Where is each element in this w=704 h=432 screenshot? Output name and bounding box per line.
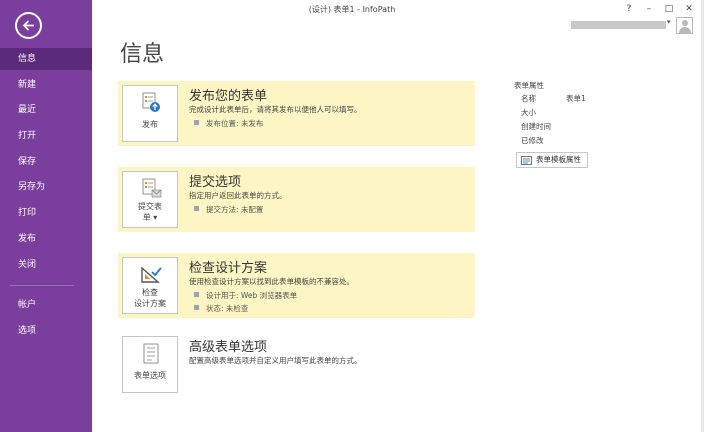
account-chevron-down-icon[interactable]: ▾	[667, 18, 671, 26]
advanced-options-description: 配置高级表单选项并自定义用户填写此表单的方式。	[189, 356, 362, 365]
submit-form-icon	[142, 178, 162, 198]
publish-button[interactable]: 发布	[122, 85, 178, 142]
nav-close[interactable]: 关闭	[0, 254, 92, 276]
property-name-label: 名称	[521, 94, 536, 103]
form-options-button[interactable]: 表单选项	[122, 336, 178, 393]
design-checker-title: 检查设计方案	[189, 261, 268, 276]
publish-card: 发布 发布您的表单 完成设计此表单后，请将其发布以便他人可以填写。 发布位置: …	[118, 81, 475, 146]
nav-save-as[interactable]: 另存为	[0, 176, 92, 198]
nav-account[interactable]: 帐户	[0, 294, 92, 316]
publish-button-label: 发布	[142, 120, 158, 129]
design-checker-button[interactable]: 检查 设计方案	[122, 257, 178, 314]
publish-location: 发布位置: 未发布	[194, 118, 263, 129]
submit-method: 提交方法: 未配置	[194, 204, 263, 215]
submit-card: 提交表 单 ▾ 提交选项 指定用户返回此表单的方式。 提交方法: 未配置	[118, 167, 475, 232]
property-modified-label: 已修改	[521, 136, 544, 145]
template-properties-button[interactable]: 表单模板属性	[516, 152, 588, 168]
submit-title: 提交选项	[189, 175, 242, 190]
properties-heading: 表单属性	[514, 81, 544, 90]
design-checker-description: 使用检查设计方案以找到此表单模板的不兼容处。	[189, 277, 354, 286]
properties-icon	[521, 156, 532, 165]
nav-options[interactable]: 选项	[0, 320, 92, 342]
publish-icon	[142, 92, 160, 112]
sidebar-divider	[10, 285, 74, 286]
nav-print[interactable]: 打印	[0, 202, 92, 224]
help-button[interactable]: ?	[620, 2, 638, 16]
design-checker-card: 检查 设计方案 检查设计方案 使用检查设计方案以找到此表单模板的不兼容处。 设计…	[118, 253, 475, 318]
publish-description: 完成设计此表单后，请将其发布以便他人可以填写。	[189, 105, 362, 114]
minimize-button[interactable]: –	[640, 2, 658, 16]
nav-publish[interactable]: 发布	[0, 228, 92, 250]
design-checker-label-line2: 设计方案	[134, 299, 166, 308]
close-button[interactable]: ✕	[680, 2, 698, 16]
designed-for: 设计用于: Web 浏览器表单	[194, 290, 297, 301]
avatar[interactable]	[676, 17, 693, 34]
window-title: (设计) 表单1 - InfoPath	[308, 5, 396, 14]
submit-description: 指定用户返回此表单的方式。	[189, 191, 287, 200]
backstage-sidebar: 信息 新建 最近 打开 保存 另存为 打印 发布 关闭 帐户 选项	[0, 0, 92, 432]
advanced-options-card: 表单选项 高级表单选项 配置高级表单选项并自定义用户填写此表单的方式。	[118, 332, 475, 397]
advanced-options-title: 高级表单选项	[189, 340, 268, 355]
submit-button-label-line1: 提交表	[138, 202, 162, 211]
nav-recent[interactable]: 最近	[0, 99, 92, 121]
property-size-label: 大小	[521, 108, 536, 117]
property-name-value: 表单1	[566, 94, 586, 103]
nav-save[interactable]: 保存	[0, 151, 92, 173]
check-status: 状态: 未检查	[194, 303, 248, 314]
design-checker-label-line1: 检查	[142, 288, 158, 297]
form-options-icon	[143, 343, 159, 364]
design-checker-icon	[141, 266, 162, 283]
back-arrow-icon[interactable]	[15, 12, 42, 39]
nav-open[interactable]: 打开	[0, 125, 92, 147]
submit-button-label-line2: 单 ▾	[142, 213, 158, 222]
account-name[interactable]	[571, 21, 666, 29]
publish-title: 发布您的表单	[189, 89, 268, 104]
form-options-label: 表单选项	[134, 371, 166, 380]
property-created-label: 创建时间	[521, 122, 551, 131]
page-title: 信息	[120, 42, 165, 67]
restore-button[interactable]: □	[660, 2, 678, 16]
template-properties-label: 表单模板属性	[536, 155, 581, 164]
nav-info[interactable]: 信息	[0, 48, 92, 70]
nav-new[interactable]: 新建	[0, 74, 92, 96]
submit-options-button[interactable]: 提交表 单 ▾	[122, 171, 178, 228]
